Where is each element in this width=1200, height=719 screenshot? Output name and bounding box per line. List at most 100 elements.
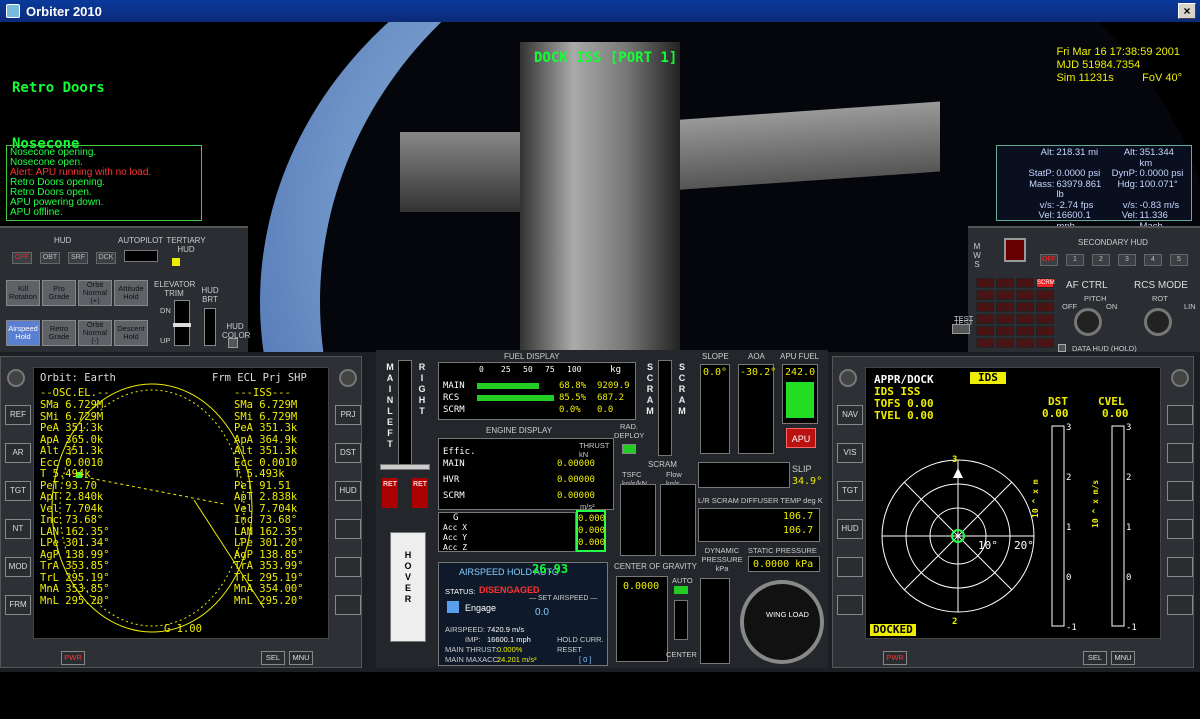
- af-on-label: ON: [1106, 302, 1118, 311]
- hud-dock-button[interactable]: DCK: [96, 252, 116, 264]
- rcs-mode-dial[interactable]: [1144, 308, 1172, 336]
- prograde-button[interactable]: Pro Grade: [42, 280, 76, 306]
- ship-elements: SMa 6.729M SMi 6.729M PeA 351.3k ApA 365.0k…: [40, 399, 110, 607]
- cog-slider[interactable]: [674, 600, 688, 640]
- right-mfd-blank-5-button[interactable]: [1167, 595, 1193, 615]
- left-mfd-tgt-button[interactable]: TGT: [5, 481, 31, 501]
- secondary-hud-mode-5-button[interactable]: 5: [1170, 254, 1188, 266]
- airspeed-digit-stepper[interactable]: [ 0 ]: [579, 655, 592, 664]
- warning-annunciator-light: [996, 302, 1014, 312]
- right-mfd-nav-button[interactable]: NAV: [837, 405, 863, 425]
- wing-load-label: WING LOAD: [766, 610, 809, 619]
- main-throttle-left[interactable]: [398, 360, 412, 470]
- right-mfd-blank-5-button[interactable]: [837, 595, 863, 615]
- hud-brightness-dial[interactable]: [204, 308, 216, 346]
- cog-auto-label: AUTO: [672, 576, 693, 585]
- right-mfd-blank-1-button[interactable]: [1167, 443, 1193, 463]
- orbit-normal-minus-button[interactable]: Orbit Normal (-): [78, 320, 112, 346]
- fuel-level-bar: [477, 383, 539, 389]
- right-mfd-power-button[interactable]: PWR: [883, 651, 907, 665]
- rad-deploy-button[interactable]: [622, 444, 636, 454]
- dst-unit: 10 ^ x m: [1031, 479, 1040, 518]
- right-mfd-blank-4-button[interactable]: [1167, 557, 1193, 577]
- secondary-hud-mode-4-button[interactable]: 4: [1144, 254, 1162, 266]
- autopilot-label: AUTOPILOT: [118, 236, 164, 245]
- orbit-normal-plus-button[interactable]: Orbit Normal (+): [78, 280, 112, 306]
- left-mfd-power-button[interactable]: PWR: [61, 651, 85, 665]
- right-mfd-blank-2-button[interactable]: [1167, 481, 1193, 501]
- engine-name: HVR: [443, 475, 460, 485]
- af-ctrl-dial[interactable]: [1074, 308, 1102, 336]
- right-mfd-select-button[interactable]: SEL: [1083, 651, 1107, 665]
- right-mfd-hud-button[interactable]: HUD: [837, 519, 863, 539]
- warning-annunciator-light: [996, 338, 1014, 348]
- left-mfd-frm-button[interactable]: FRM: [5, 595, 31, 615]
- warning-annunciator-light: [976, 326, 994, 336]
- acceleration-display: G Acc X Acc Y Acc Z: [438, 512, 576, 552]
- hud-off-button[interactable]: OFF: [12, 252, 32, 264]
- cog-auto-button[interactable]: [674, 586, 688, 594]
- left-mfd-blank-4-button[interactable]: [335, 557, 361, 577]
- orbit-element-line: LPe 301.34°: [40, 537, 110, 549]
- vertical-label-char: C: [646, 373, 654, 383]
- close-button[interactable]: ×: [1178, 3, 1196, 19]
- secondary-hud-mode-1-button[interactable]: 1: [1066, 254, 1084, 266]
- cvel-bar: [1111, 425, 1125, 627]
- scale-bottom: 2: [952, 617, 958, 627]
- engage-button[interactable]: [447, 601, 459, 613]
- left-mfd-hud-button[interactable]: HUD: [335, 481, 361, 501]
- right-mfd-tgt-button[interactable]: TGT: [837, 481, 863, 501]
- secondary-hud-mode-3-button[interactable]: 3: [1118, 254, 1136, 266]
- elevator-trim-slider[interactable]: [173, 300, 191, 346]
- left-mfd-dst-button[interactable]: DST: [335, 443, 361, 463]
- right-mfd-blank-3-button[interactable]: [1167, 519, 1193, 539]
- hud-orbit-button[interactable]: OBT: [40, 252, 60, 264]
- descent-hold-button[interactable]: Descent Hold: [114, 320, 148, 346]
- right-mfd-vis-button[interactable]: VIS: [837, 443, 863, 463]
- fuel-scale-tick: 25: [501, 365, 511, 374]
- left-mfd-menu-button[interactable]: MNU: [289, 651, 313, 665]
- airspeed-hold-button[interactable]: Airspeed Hold: [6, 320, 40, 346]
- retro-left-button[interactable]: RET: [382, 478, 398, 508]
- imp-value: 16600.1 mph: [487, 635, 531, 644]
- flight-data-label: DynP:: [1111, 168, 1138, 179]
- vertical-label-char: F: [387, 428, 393, 438]
- acc-value: 0.000: [578, 526, 606, 536]
- left-mfd-nt-button[interactable]: NT: [5, 519, 31, 539]
- test-button[interactable]: [952, 324, 970, 334]
- main-throttle-handle[interactable]: [380, 464, 430, 470]
- secondary-hud-mode-2-button[interactable]: 2: [1092, 254, 1110, 266]
- left-mfd-mod-button[interactable]: MOD: [5, 557, 31, 577]
- left-mfd-blank-3-button[interactable]: [335, 519, 361, 539]
- left-mfd-prj-button[interactable]: PRJ: [335, 405, 361, 425]
- vertical-label-char: V: [404, 572, 411, 582]
- attitude-hold-button[interactable]: Attitude Hold: [114, 280, 148, 306]
- left-mfd-select-button[interactable]: SEL: [261, 651, 285, 665]
- engine-display-title: ENGINE DISPLAY: [486, 426, 553, 435]
- retro-right-button[interactable]: RET: [412, 478, 428, 508]
- master-warning-button[interactable]: [1004, 238, 1026, 262]
- apu-button[interactable]: APU: [786, 428, 816, 448]
- left-mfd-ar-button[interactable]: AR: [5, 443, 31, 463]
- right-mfd-blank-4-button[interactable]: [837, 557, 863, 577]
- kill-rotation-button[interactable]: Kill Rotation: [6, 280, 40, 306]
- osc-el-title: --OSC.EL.--: [40, 387, 110, 399]
- tertiary-hud-indicator[interactable]: [172, 258, 180, 266]
- scram-throttle[interactable]: [658, 360, 672, 456]
- flight-data-label: StatP:: [1028, 168, 1055, 179]
- right-mfd-blank-0-button[interactable]: [1167, 405, 1193, 425]
- hud-surface-button[interactable]: SRF: [68, 252, 88, 264]
- hud-color-button[interactable]: [228, 338, 238, 348]
- orbit-mfd-screen: Orbit: Earth Frm ECL Prj SHP --OSC.EL.--…: [33, 367, 329, 639]
- right-mfd-menu-button[interactable]: MNU: [1111, 651, 1135, 665]
- retrograde-button[interactable]: Retro Grade: [42, 320, 76, 346]
- reset-label: RESET: [557, 645, 583, 654]
- status-value: DISENGAGED: [479, 585, 540, 595]
- vertical-label-char: N: [386, 395, 394, 405]
- left-mfd-blank-5-button[interactable]: [335, 595, 361, 615]
- left-mfd-ref-button[interactable]: REF: [5, 405, 31, 425]
- secondary-hud-off-button[interactable]: OFF: [1040, 254, 1058, 266]
- fuel-percent: 0.0%: [559, 405, 581, 415]
- data-hud-button[interactable]: [1058, 344, 1066, 352]
- dynamic-pressure-gauge: [700, 578, 730, 664]
